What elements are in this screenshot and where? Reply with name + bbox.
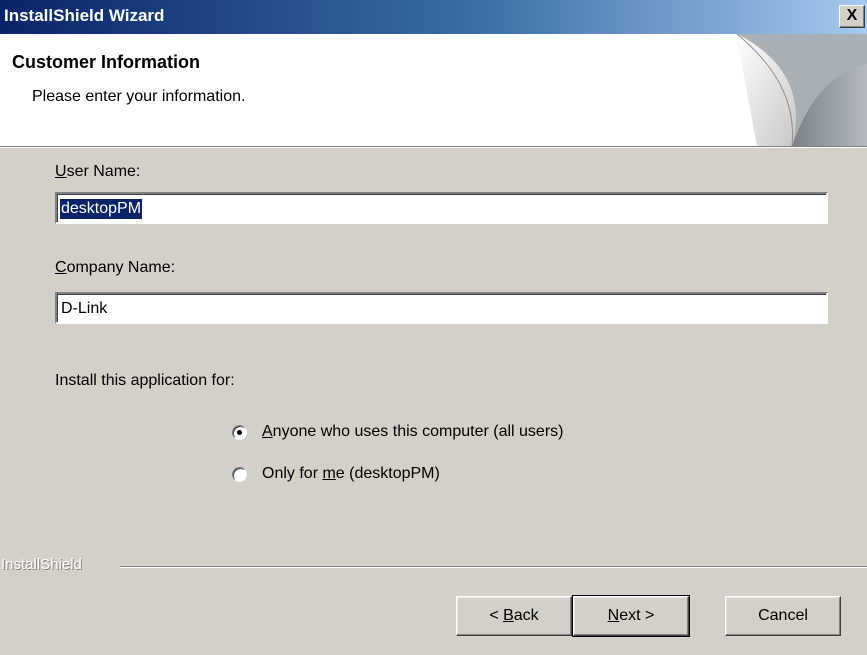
- radio-dot-icon: [237, 430, 242, 435]
- footer-divider-highlight: [120, 567, 867, 568]
- next-button[interactable]: Next >: [572, 595, 690, 637]
- close-icon: X: [846, 7, 858, 24]
- user-name-label: User Name:: [55, 163, 141, 180]
- user-name-value: desktopPM: [60, 199, 143, 219]
- cancel-button[interactable]: Cancel: [725, 596, 841, 636]
- back-button[interactable]: < Back: [456, 596, 572, 636]
- header-panel: Customer Information Please enter your i…: [0, 34, 867, 146]
- company-name-field[interactable]: D-Link: [55, 292, 828, 324]
- company-name-value: D-Link: [61, 300, 108, 317]
- company-name-label: Company Name:: [55, 259, 176, 276]
- page-subtitle: Please enter your information.: [32, 88, 246, 105]
- close-button[interactable]: X: [839, 5, 865, 28]
- header-divider-highlight: [0, 147, 867, 148]
- user-name-field[interactable]: desktopPM: [55, 192, 828, 224]
- installshield-brand: InstallShield: [1, 556, 82, 573]
- page-title: Customer Information: [12, 52, 201, 72]
- radio-button[interactable]: [232, 467, 247, 482]
- window-title: InstallShield Wizard: [4, 6, 165, 25]
- install-for-label: Install this application for:: [55, 372, 235, 389]
- radio-button-selected[interactable]: [232, 425, 247, 440]
- page-curl-icon: [736, 34, 867, 146]
- radio-only-me-label: Only for me (desktopPM): [262, 465, 440, 482]
- title-bar: InstallShield Wizard X: [0, 0, 867, 34]
- radio-all-users-label: Anyone who uses this computer (all users…: [262, 423, 564, 440]
